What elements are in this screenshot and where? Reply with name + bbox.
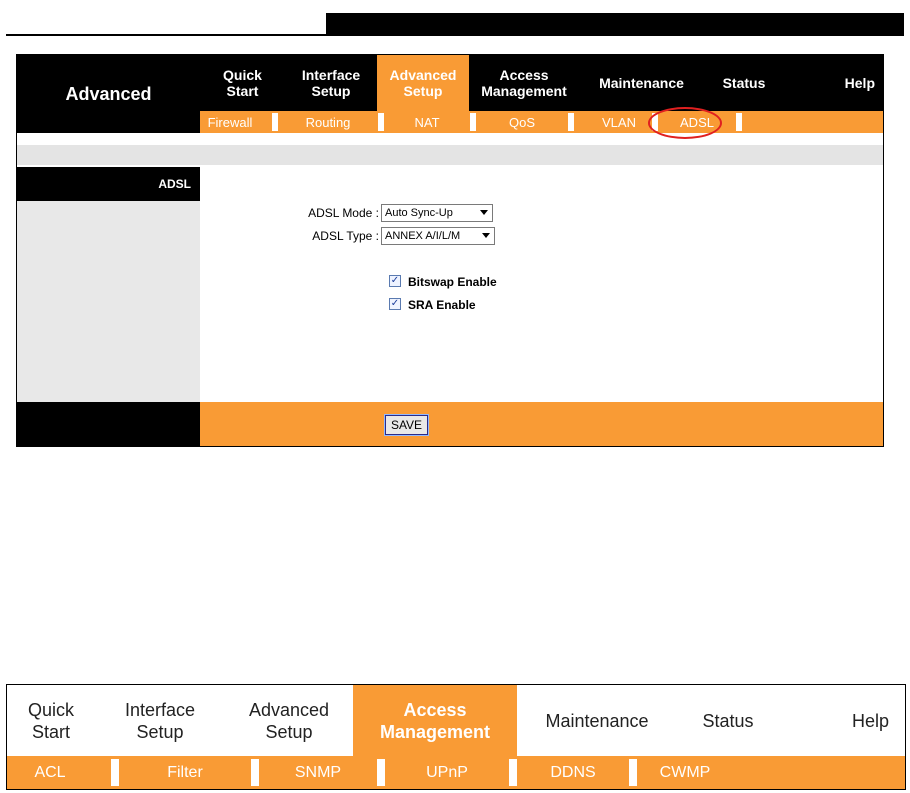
menu-advanced-setup[interactable]: Advanced Setup [225,685,353,756]
menu-quick-start[interactable]: Quick Start [200,55,285,111]
sidebar-footer [17,402,200,446]
menu-status[interactable]: Status [677,685,779,756]
adsl-mode-label: ADSL Mode : [308,206,379,220]
submenu-cwmp[interactable]: CWMP [637,756,733,789]
chevron-down-icon [480,210,488,215]
submenu-separator [629,759,637,786]
adsl-mode-select[interactable]: Auto Sync-Up [381,204,493,222]
submenu-separator [377,759,385,786]
menu-access-management[interactable]: Access Management [469,55,579,111]
bitswap-checkbox[interactable]: ✓ [389,275,401,287]
menu-help[interactable]: Help [784,55,883,111]
menu-help[interactable]: Help [779,685,905,756]
menu-access-management[interactable]: Access Management [353,685,517,756]
main-menu: Quick Start Interface Setup Advanced Setup … [200,55,883,111]
submenu-upnp[interactable]: UPnP [385,756,509,789]
adsl-type-label: ADSL Type : [312,229,379,243]
menu-status[interactable]: Status [704,55,784,111]
adsl-mode-value: Auto Sync-Up [385,207,453,219]
footer-bar [200,402,883,446]
section-title: ADSL [17,167,200,201]
document-header [0,0,910,40]
submenu-separator [251,759,259,786]
sra-checkbox[interactable]: ✓ [389,298,401,310]
sra-label: SRA Enable [408,298,476,312]
gray-divider [17,145,883,165]
menu-advanced-setup[interactable]: Advanced Setup [377,55,469,111]
header-rule [6,34,326,36]
chevron-down-icon [482,233,490,238]
menu-maintenance[interactable]: Maintenance [579,55,704,111]
submenu-firewall[interactable]: Firewall [200,111,260,133]
menu-interface-setup[interactable]: Interface Setup [95,685,225,756]
adsl-highlight-circle [648,107,722,139]
submenu-qos[interactable]: QoS [476,111,568,133]
router-screen-access-management: Quick Start Interface Setup Advanced Setup … [6,684,906,790]
submenu-ddns[interactable]: DDNS [517,756,629,789]
adsl-type-value: ANNEX A/I/L/M [385,230,461,242]
menu-maintenance[interactable]: Maintenance [517,685,677,756]
menu-quick-start[interactable]: Quick Start [7,685,95,756]
submenu-separator [736,113,742,131]
submenu-filter[interactable]: Filter [119,756,251,789]
sub-menu: ACL Filter SNMP UPnP DDNS CWMP [7,756,905,789]
adsl-type-select[interactable]: ANNEX A/I/L/M [381,227,495,245]
submenu-separator [111,759,119,786]
submenu-nat[interactable]: NAT [384,111,470,133]
router-screen-adsl: Advanced Quick Start Interface Setup Advan… [16,54,884,447]
submenu-snmp[interactable]: SNMP [259,756,377,789]
bitswap-label: Bitswap Enable [408,275,497,289]
sidebar-panel [17,201,200,402]
submenu-routing[interactable]: Routing [278,111,378,133]
brand-title: Advanced [17,55,200,133]
save-button[interactable]: SAVE [384,414,429,436]
header-black-bar [326,13,904,36]
submenu-acl[interactable]: ACL [7,756,93,789]
submenu-separator [509,759,517,786]
sub-menu: Firewall Routing NAT QoS VLAN ADSL [200,111,883,133]
menu-interface-setup[interactable]: Interface Setup [285,55,377,111]
main-menu: Quick Start Interface Setup Advanced Setup … [7,685,905,756]
